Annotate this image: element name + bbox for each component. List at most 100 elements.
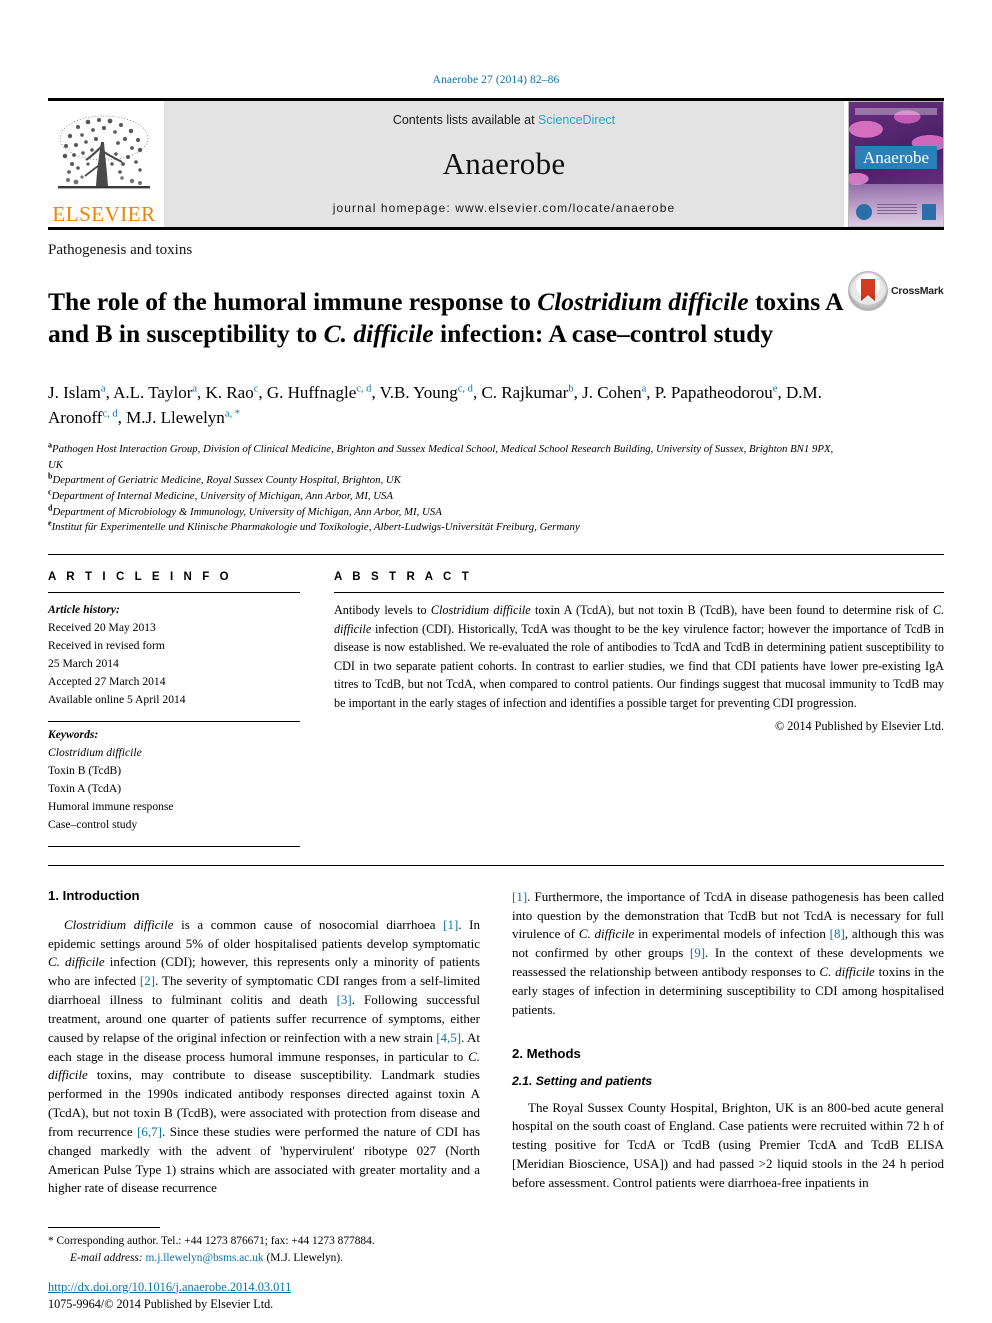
- author-affiliation-marker: a: [100, 383, 106, 395]
- journal-cover-thumbnail: Anaerobe: [848, 101, 944, 227]
- elsevier-tree-icon: [52, 112, 156, 204]
- corresponding-author-note: * Corresponding author. Tel.: +44 1273 8…: [48, 1233, 480, 1250]
- title-species-2: C. difficile: [323, 318, 434, 348]
- article-history-item: Received in revised form: [48, 638, 165, 652]
- keywords-block: Keywords: Clostridium difficile Toxin B (…: [48, 726, 300, 834]
- author-affiliation-marker: b: [568, 383, 574, 395]
- journal-homepage-line[interactable]: journal homepage: www.elsevier.com/locat…: [333, 201, 676, 215]
- reference-3[interactable]: [3]: [337, 992, 352, 1007]
- affiliation-item: cDepartment of Internal Medicine, Univer…: [48, 487, 394, 503]
- article-history-item: Accepted 27 March 2014: [48, 674, 166, 688]
- abstract-species-1: Clostridium difficile: [430, 603, 531, 618]
- abstract-column: A B S T R A C T Antibody levels to Clost…: [334, 571, 944, 847]
- title-part-1: The role of the humoral immune response …: [48, 287, 538, 317]
- affiliation-marker: b: [48, 471, 53, 481]
- cover-top-rule: [855, 108, 937, 115]
- article-history-item: Available online 5 April 2014: [48, 692, 186, 706]
- author-name: M.J. Llewelyn: [126, 407, 225, 427]
- email-note: E-mail address: m.j.llewelyn@bsms.ac.uk …: [48, 1250, 480, 1267]
- running-head: Anaerobe 27 (2014) 82–86: [432, 74, 560, 86]
- sciencedirect-link[interactable]: ScienceDirect: [538, 113, 615, 127]
- cover-fine-print: [877, 204, 917, 216]
- cover-title: Anaerobe: [855, 146, 937, 170]
- article-history-block: Article history: Received 20 May 2013 Rec…: [48, 601, 300, 709]
- author-affiliation-marker: c, d: [356, 383, 372, 395]
- affiliation-item: dDepartment of Microbiology & Immunology…: [48, 503, 442, 518]
- spacer-before-methods: [512, 1020, 944, 1046]
- article-info-column: A R T I C L E I N F O Article history: R…: [48, 571, 300, 847]
- affiliation-marker: d: [48, 503, 53, 513]
- author-name: A.L. Taylor: [113, 382, 193, 402]
- title-species-1: Clostridium difficile: [537, 287, 749, 317]
- crossmark-badge[interactable]: CrossMark: [848, 271, 944, 311]
- introduction-paragraph-right: [1]. Furthermore, the importance of TcdA…: [512, 888, 944, 1020]
- keyword-item: Clostridium difficile: [48, 745, 142, 759]
- contents-lists-line: Contents lists available at ScienceDirec…: [393, 113, 615, 127]
- keyword-item: Toxin A (TcdA): [48, 781, 122, 795]
- reference-4[interactable]: [4,5]: [436, 1030, 461, 1045]
- masthead-bottom-rule: [48, 227, 944, 230]
- elsevier-wordmark: ELSEVIER: [52, 202, 156, 226]
- reference-1[interactable]: [1]: [443, 917, 458, 932]
- author-name: J. Cohen: [582, 382, 642, 402]
- doi-block: http://dx.doi.org/10.1016/j.anaerobe.201…: [48, 1279, 480, 1313]
- article-history-item: 25 March 2014: [48, 656, 119, 670]
- author-affiliation-marker: c, d: [457, 383, 473, 395]
- article-info-rule: [48, 592, 300, 594]
- author-name: G. Huffnagle: [266, 382, 357, 402]
- article-history-label: Article history:: [48, 603, 120, 617]
- author-name: C. Rajkumar: [481, 382, 569, 402]
- doi-link[interactable]: http://dx.doi.org/10.1016/j.anaerobe.201…: [48, 1279, 480, 1296]
- affiliation-item: eInstitut für Experimentelle und Klinisc…: [48, 518, 580, 534]
- journal-title: Anaerobe: [442, 146, 566, 181]
- affiliation-marker: e: [48, 518, 52, 528]
- body-column-left: 1. Introduction Clostridium difficile is…: [48, 888, 480, 1199]
- keywords-lines: Clostridium difficile Toxin B (TcdB) Toxin…: [48, 744, 300, 834]
- abstract-part-3: infection (CDI). Historically, TcdA was …: [334, 621, 944, 710]
- journal-masthead: ELSEVIER Contents lists available at Sci…: [48, 98, 944, 227]
- reference-9[interactable]: [9]: [690, 945, 705, 960]
- corresponding-author-text: Corresponding author. Tel.: +44 1273 876…: [53, 1234, 375, 1247]
- reference-5[interactable]: [6,7]: [137, 1124, 162, 1139]
- intro-species-1: Clostridium difficile: [64, 916, 174, 932]
- body-columns: 1. Introduction Clostridium difficile is…: [48, 888, 944, 1199]
- methods-paragraph: The Royal Sussex County Hospital, Bright…: [512, 1099, 944, 1190]
- affiliation-item: bDepartment of Geriatric Medicine, Royal…: [48, 471, 401, 487]
- email-link[interactable]: m.j.llewelyn@bsms.ac.uk: [146, 1252, 264, 1264]
- intro-t10: in experimental models of infection: [634, 926, 830, 942]
- cover-seal-right-icon: [922, 204, 936, 220]
- footnote-rule: [48, 1226, 160, 1228]
- abstract-copyright: © 2014 Published by Elsevier Ltd.: [774, 719, 944, 734]
- methods-subheading-setting: 2.1. Setting and patients: [512, 1073, 653, 1088]
- author-affiliation-marker: a: [641, 383, 647, 395]
- affiliation-list: aPathogen Host Interaction Group, Divisi…: [48, 440, 848, 536]
- intro-species-5: C. difficile: [819, 964, 875, 980]
- article-first-page: Anaerobe 27 (2014) 82–86 ELSEVIER Conten…: [0, 0, 992, 1323]
- title-part-4: infection: A case–control study: [433, 318, 774, 348]
- page-title: The role of the humoral immune response …: [48, 286, 848, 350]
- affiliation-marker: a: [48, 440, 52, 450]
- cover-seal-left-icon: [856, 204, 872, 220]
- author-affiliation-marker: a, *: [224, 407, 240, 419]
- keyword-item: Humoral immune response: [48, 799, 174, 813]
- footnote-block: * Corresponding author. Tel.: +44 1273 8…: [48, 1226, 480, 1267]
- abstract-body: Antibody levels to Clostridium difficile…: [334, 601, 944, 712]
- author-affiliation-marker: c: [253, 383, 259, 395]
- issn-copyright-line: 1075-9964/© 2014 Published by Elsevier L…: [48, 1296, 274, 1311]
- keywords-top-rule: [48, 720, 300, 722]
- author-affiliation-marker: e: [772, 383, 778, 395]
- article-info-heading: A R T I C L E I N F O: [48, 571, 233, 584]
- crossmark-icon: [848, 271, 888, 311]
- reference-6[interactable]: [1]: [512, 889, 527, 904]
- author-affiliation-marker: c, d: [102, 407, 118, 419]
- body-top-rule: [48, 864, 944, 866]
- affiliation-marker: c: [48, 487, 52, 497]
- elsevier-logo: ELSEVIER: [48, 101, 160, 227]
- abstract-part-2: toxin A (TcdA), but not toxin B (TcdB), …: [530, 603, 933, 618]
- intro-species-2: C. difficile: [48, 954, 105, 970]
- reference-8[interactable]: [8]: [830, 926, 845, 941]
- body-column-right: [1]. Furthermore, the importance of TcdA…: [512, 888, 944, 1199]
- reference-2[interactable]: [2]: [140, 973, 155, 988]
- intro-t1: is a common cause of nosocomial diarrhoe…: [173, 916, 444, 932]
- journal-section-label: Pathogenesis and toxins: [48, 242, 193, 258]
